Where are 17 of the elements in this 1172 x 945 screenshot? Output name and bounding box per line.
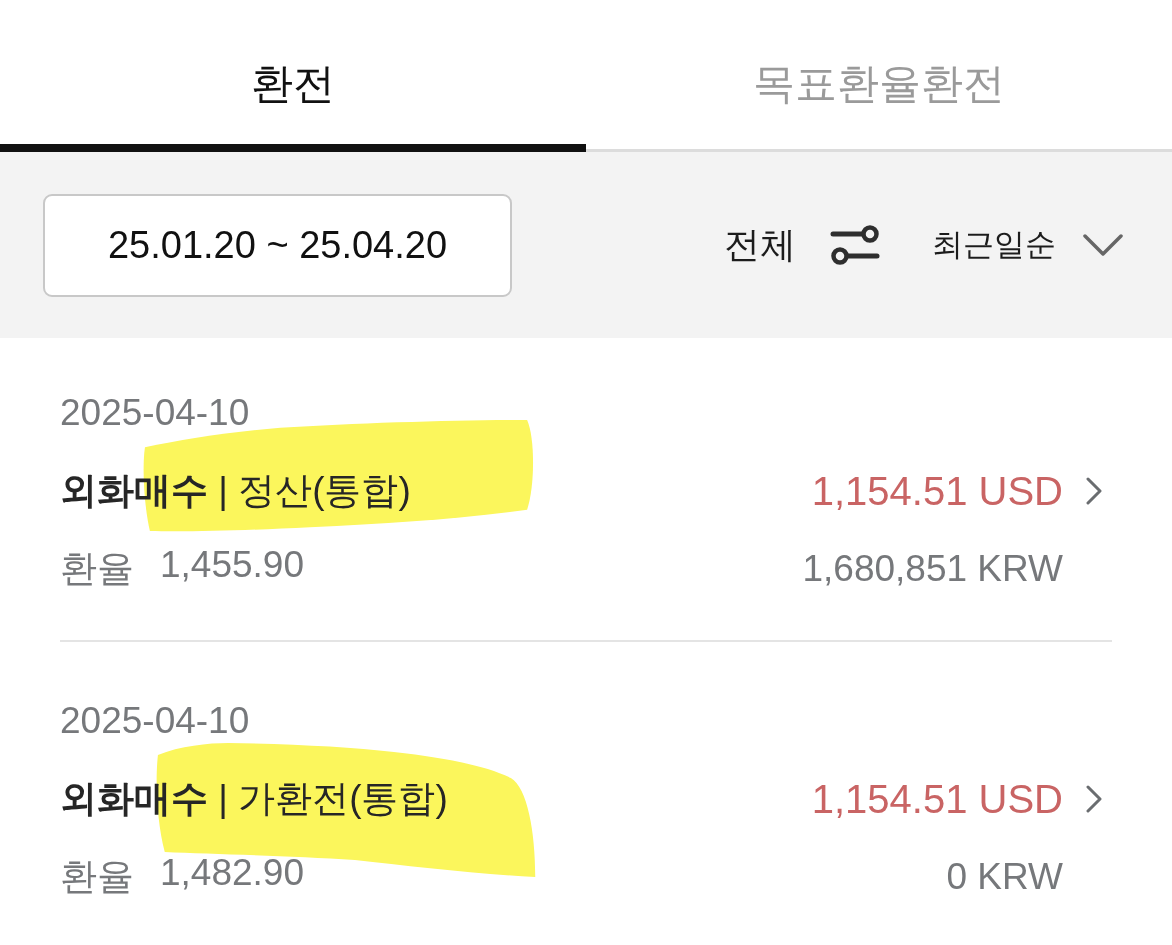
rate-value: 1,455.90 [160, 544, 305, 587]
filter-icon [830, 225, 880, 265]
chevron-right-icon[interactable] [1086, 785, 1102, 813]
krw-amount-text: 1,680,851 KRW [802, 548, 1063, 590]
sort-dropdown[interactable]: 최근일순 [932, 224, 1124, 266]
rate-value: 1,482.90 [160, 852, 305, 895]
date-text: 2025-04-10 [60, 700, 251, 742]
chevron-down-icon [1082, 233, 1124, 257]
chevron-right-icon[interactable] [1086, 477, 1102, 505]
rate-label: 환율 [60, 855, 134, 899]
amount-text: 1,154.51 USD [811, 776, 1063, 822]
date-text: 2025-04-10 [60, 392, 251, 434]
rate-label: 환율 [60, 547, 134, 591]
filter-button[interactable]: 전체 [724, 220, 880, 270]
date-range-field[interactable]: 25.01.20 ~ 25.04.20 [43, 193, 512, 297]
amount-text: 1,154.51 USD [811, 468, 1063, 514]
krw-amount-text: 0 KRW [946, 856, 1063, 898]
